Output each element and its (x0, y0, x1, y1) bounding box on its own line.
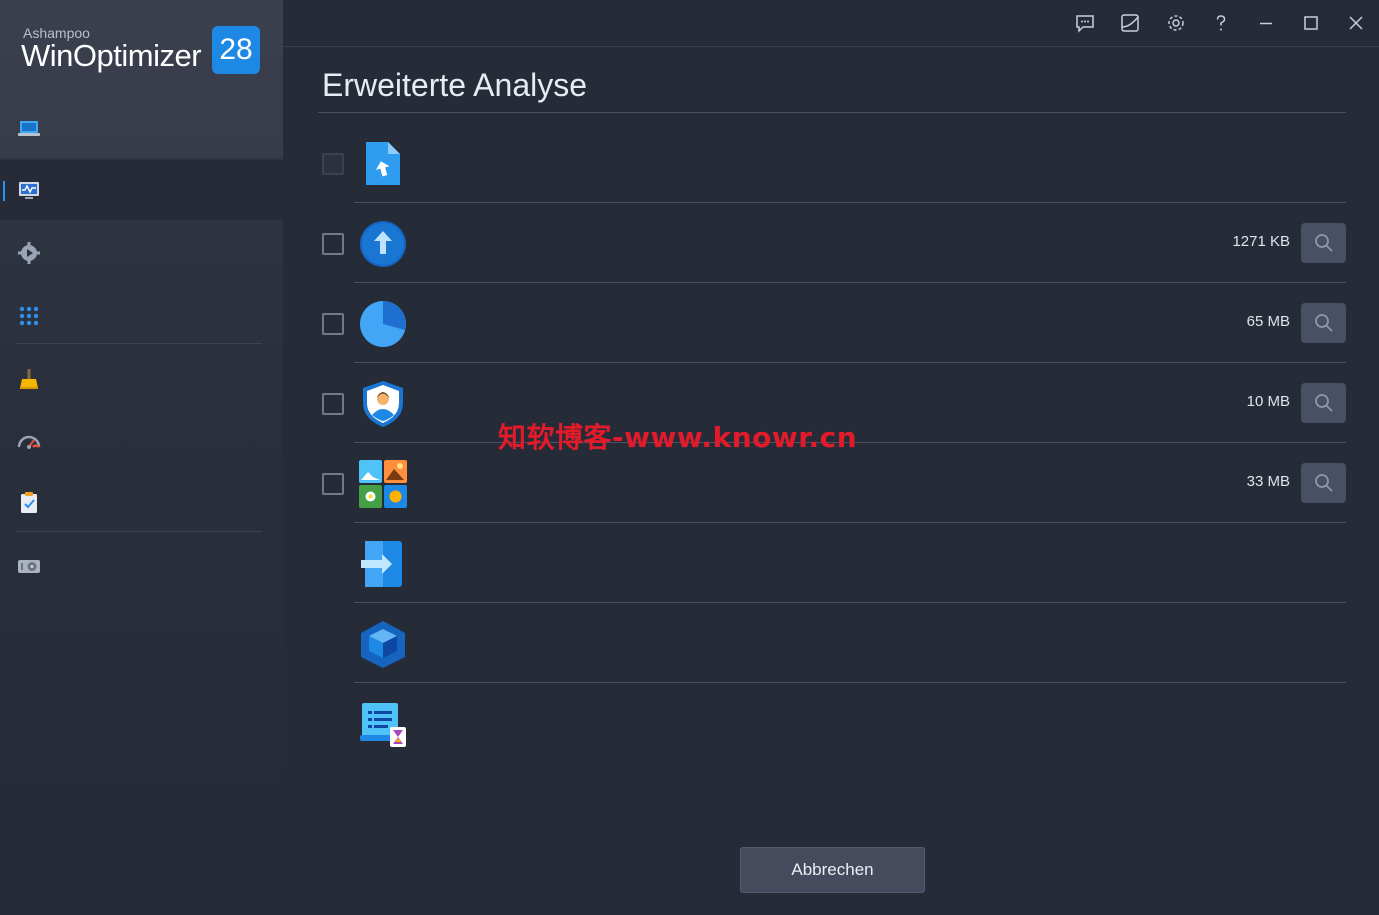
size-label: 65 MB (1246, 313, 1290, 330)
cube-icon (358, 619, 408, 669)
feedback-button[interactable] (1069, 8, 1101, 38)
list-item (318, 523, 1346, 603)
settings-button[interactable] (1160, 8, 1192, 38)
file-upload-icon (358, 139, 408, 189)
list-item (318, 603, 1346, 683)
sidebar-item-performance[interactable] (0, 412, 283, 472)
pie-chart-icon (358, 299, 408, 349)
search-icon (1314, 314, 1333, 332)
broom-cleaner-icon (20, 369, 38, 389)
row-checkbox[interactable] (322, 233, 344, 255)
system-monitor-icon (19, 182, 39, 199)
size-label: 33 MB (1246, 473, 1290, 490)
sidebar-item-overview[interactable] (0, 98, 283, 158)
sidebar-item-system-monitor[interactable] (0, 160, 283, 220)
close-button[interactable] (1340, 8, 1372, 38)
search-icon (1314, 234, 1333, 252)
image-gallery-icon (358, 459, 408, 509)
cancel-button[interactable]: Abbrechen (740, 847, 925, 893)
list-item (318, 123, 1346, 203)
sidebar-item-drives[interactable] (0, 536, 283, 596)
title-bar (283, 0, 1379, 47)
search-icon (1314, 474, 1333, 492)
feedback-icon (1076, 15, 1094, 33)
row-checkbox[interactable] (322, 313, 344, 335)
settings-icon (1168, 15, 1184, 31)
title-divider (318, 112, 1346, 113)
file-arrow-icon (358, 539, 408, 589)
sidebar-item-all-modules[interactable] (0, 286, 283, 346)
app-logo: Ashampoo WinOptimizer 28 (21, 24, 266, 84)
sidebar-divider (16, 343, 262, 344)
product-name: WinOptimizer (21, 38, 202, 73)
maximize-button[interactable] (1295, 8, 1327, 38)
page-title: Erweiterte Analyse (322, 67, 588, 103)
details-button[interactable] (1301, 223, 1346, 263)
sidebar-item-maintenance[interactable] (0, 223, 283, 283)
details-button[interactable] (1301, 463, 1346, 503)
details-button[interactable] (1301, 303, 1346, 343)
user-shield-icon (358, 379, 408, 429)
sidebar: Ashampoo WinOptimizer 28 (0, 0, 283, 915)
clipboard-check-icon (21, 492, 37, 513)
size-label: 1271 KB (1232, 233, 1290, 250)
size-label: 10 MB (1246, 393, 1290, 410)
list-item: 1271 KB (318, 203, 1346, 283)
list-item: 65 MB (318, 283, 1346, 363)
watermark-text: 知软博客-www.knowr.cn (498, 421, 858, 454)
upload-circle-icon (358, 219, 408, 269)
skin-icon (1121, 14, 1139, 32)
details-button[interactable] (1301, 383, 1346, 423)
document-hourglass-icon (358, 699, 408, 749)
maximize-icon (1304, 16, 1318, 30)
apps-grid-icon (19, 306, 39, 326)
laptop-icon (18, 121, 40, 136)
row-checkbox[interactable] (322, 393, 344, 415)
sidebar-item-tasks[interactable] (0, 473, 283, 533)
minimize-button[interactable] (1250, 8, 1282, 38)
minimize-icon (1260, 22, 1272, 25)
row-checkbox[interactable] (322, 473, 344, 495)
skin-button[interactable] (1114, 8, 1146, 38)
speedometer-icon (17, 435, 41, 449)
search-icon (1314, 394, 1333, 412)
row-checkbox (322, 153, 344, 175)
version-badge: 28 (212, 26, 260, 74)
help-icon (1216, 15, 1226, 31)
list-item (318, 683, 1346, 763)
gear-play-icon (18, 242, 40, 264)
sidebar-divider (16, 531, 262, 532)
help-button[interactable] (1205, 8, 1237, 38)
close-icon (1349, 16, 1363, 30)
sidebar-item-cleaner[interactable] (0, 349, 283, 409)
disk-drive-icon (18, 560, 40, 573)
